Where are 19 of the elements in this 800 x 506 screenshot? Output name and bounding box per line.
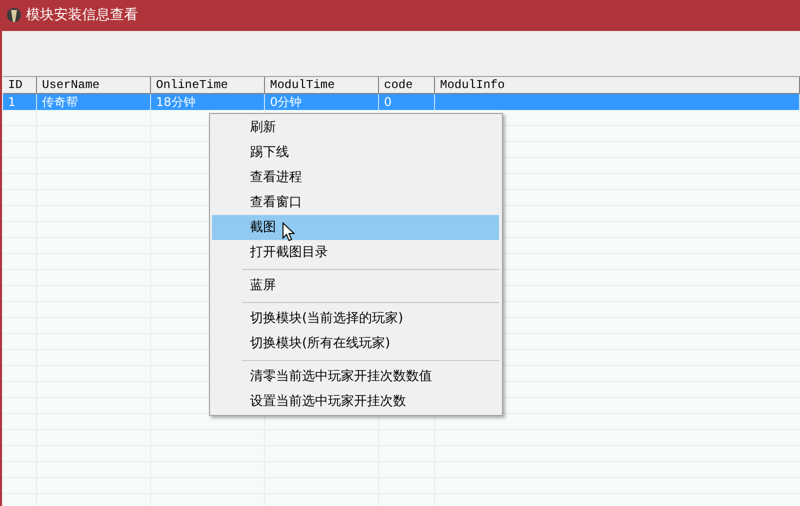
table-cell: 18分钟 [156,95,196,109]
app-icon [6,6,22,24]
menu-item[interactable]: 切换模块(所有在线玩家) [212,331,499,356]
mouse-cursor-icon [282,222,295,242]
menu-item[interactable]: 切换模块(当前选择的玩家) [212,306,499,331]
table-cell: 1 [8,95,16,109]
menu-item[interactable]: 清零当前选中玩家开挂次数数值 [212,364,499,389]
menu-item[interactable]: 踢下线 [212,140,499,165]
table-cell: 0 [384,95,392,109]
menu-item[interactable]: 截图 [212,215,499,240]
menu-item[interactable]: 设置当前选中玩家开挂次数 [212,389,499,414]
menu-item[interactable]: 刷新 [212,115,499,140]
menu-item[interactable]: 查看进程 [212,165,499,190]
table-cell: 传奇帮 [42,95,78,109]
menu-item[interactable]: 蓝屏 [212,273,499,298]
table-cell: 0分钟 [270,95,302,109]
menu-item[interactable]: 查看窗口 [212,190,499,215]
window-title: 模块安装信息查看 [26,6,138,25]
menu-item[interactable]: 打开截图目录 [212,240,499,265]
